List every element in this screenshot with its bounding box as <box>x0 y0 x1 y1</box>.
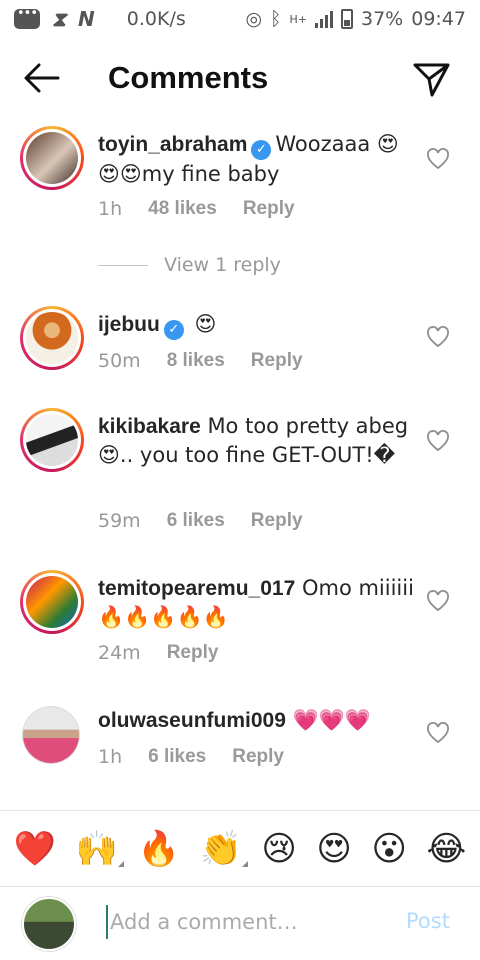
reply-button[interactable]: Reply <box>243 198 295 220</box>
emoji-fire-button[interactable]: 🔥 <box>138 829 180 869</box>
comment-text: 💗💗💗 <box>292 708 372 732</box>
verified-badge-icon: ✓ <box>163 320 184 340</box>
avatar[interactable] <box>20 126 84 190</box>
header: Comments <box>0 44 480 114</box>
comment-meta: 1h 48 likes Reply <box>98 198 295 220</box>
emoji-heart-eyes-button[interactable]: 😍 <box>316 829 351 869</box>
signal-icon <box>315 10 333 28</box>
comment-username[interactable]: toyin_abraham <box>98 133 247 156</box>
comment-username[interactable]: ijebuu <box>98 313 160 336</box>
hotspot-icon: ◎ <box>245 8 263 30</box>
arrow-left-icon <box>24 63 60 93</box>
comment-meta: 1h 6 likes Reply <box>98 746 284 768</box>
comment-time: 1h <box>98 198 123 220</box>
battery-icon <box>341 9 353 29</box>
comment-body: kikibakare Mo too pretty abeg😍.. you too… <box>98 412 418 470</box>
heart-icon[interactable] <box>426 722 450 744</box>
comment-time: 24m <box>98 642 141 664</box>
clock: 09:47 <box>411 8 466 30</box>
comment-input[interactable] <box>110 903 390 941</box>
comment-body: ijebuu ✓ 😍 <box>98 310 418 340</box>
comment-meta: 59m 6 likes Reply <box>98 510 303 532</box>
avatar[interactable] <box>20 306 84 370</box>
heart-icon[interactable] <box>426 326 450 348</box>
comment-likes[interactable]: 8 likes <box>167 350 225 372</box>
heart-icon[interactable] <box>426 430 450 452</box>
reply-button[interactable]: Reply <box>251 510 303 532</box>
emoji-quick-bar: ❤️ 🙌 🔥 👏 😢 😍 😮 😂 <box>0 810 480 886</box>
comment-time: 59m <box>98 510 141 532</box>
comment-body: temitopearemu_017 Omo miiiiii🔥🔥🔥🔥🔥 <box>98 574 418 632</box>
view-replies-label: View 1 reply <box>164 254 281 276</box>
comment-body: toyin_abraham ✓ Woozaaa 😍😍😍my fine baby <box>98 130 418 189</box>
comment-time: 1h <box>98 746 123 768</box>
comment-username[interactable]: temitopearemu_017 <box>98 577 295 600</box>
page-title: Comments <box>108 60 269 95</box>
reply-button[interactable]: Reply <box>167 642 219 664</box>
n-icon: N <box>78 7 95 31</box>
network-type: H+ <box>289 12 308 26</box>
emoji-heart-button[interactable]: ❤️ <box>14 829 56 869</box>
comment-username[interactable]: kikibakare <box>98 415 201 438</box>
divider <box>98 264 148 266</box>
emoji-clap-button[interactable]: 👏 <box>200 829 249 869</box>
comment-meta: 50m 8 likes Reply <box>98 350 303 372</box>
avatar[interactable] <box>20 408 84 472</box>
emoji-crying-button[interactable]: 😢 <box>261 829 296 869</box>
heart-icon[interactable] <box>426 148 450 170</box>
post-button[interactable]: Post <box>406 909 450 933</box>
avatar[interactable] <box>22 706 80 764</box>
avatar[interactable] <box>20 570 84 634</box>
reply-button[interactable]: Reply <box>232 746 284 768</box>
back-button[interactable] <box>22 60 62 96</box>
comment-likes[interactable]: 48 likes <box>148 198 217 220</box>
heart-icon[interactable] <box>426 590 450 612</box>
emoji-laughing-button[interactable]: 😂 <box>426 829 466 869</box>
comment-text: 😍 <box>194 312 217 336</box>
hourglass-icon: ⧗ <box>52 7 67 31</box>
network-speed: 0.0K/s <box>126 8 186 30</box>
comment-likes[interactable]: 6 likes <box>148 746 206 768</box>
bluetooth-icon: ᛒ <box>270 8 282 30</box>
notification-icon <box>14 6 40 29</box>
my-avatar <box>22 897 76 951</box>
comment-time: 50m <box>98 350 141 372</box>
reply-button[interactable]: Reply <box>251 350 303 372</box>
paper-plane-icon <box>413 63 450 97</box>
comment-username[interactable]: oluwaseunfumi009 <box>98 709 286 732</box>
emoji-raised-hands-button[interactable]: 🙌 <box>76 829 125 869</box>
comment-composer: Post <box>0 886 480 960</box>
comment-likes[interactable]: 6 likes <box>167 510 225 532</box>
comment-meta: 24m Reply <box>98 642 218 664</box>
status-bar: ⧗ N 0.0K/s ◎ ᛒ H+ 37% 09:47 <box>0 0 480 38</box>
comment-body: oluwaseunfumi009 💗💗💗 <box>98 706 418 735</box>
verified-badge-icon: ✓ <box>251 140 272 160</box>
emoji-surprised-button[interactable]: 😮 <box>371 829 406 869</box>
view-replies-button[interactable]: View 1 reply <box>98 254 281 276</box>
share-button[interactable] <box>410 59 452 99</box>
text-cursor <box>106 905 108 939</box>
battery-percent: 37% <box>361 8 404 30</box>
